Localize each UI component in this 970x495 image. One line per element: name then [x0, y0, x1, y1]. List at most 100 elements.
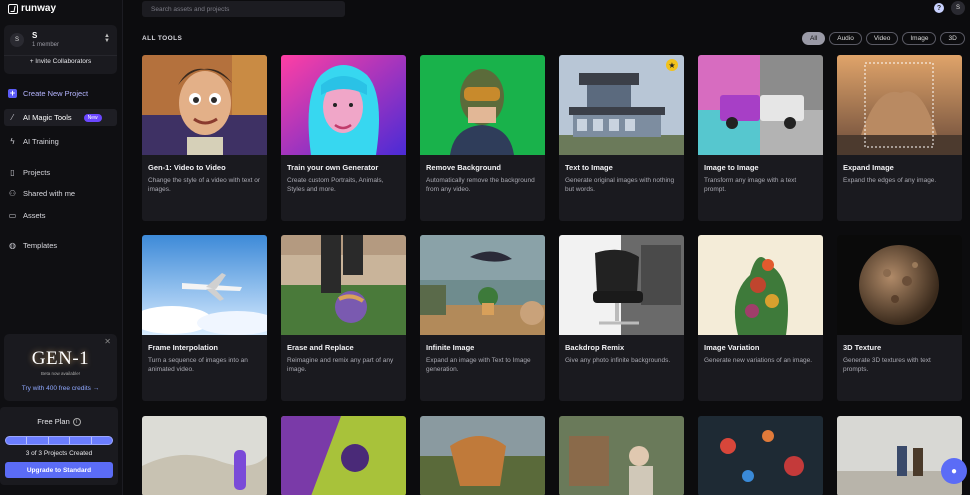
chat-support-button[interactable]: ●: [941, 458, 967, 484]
sidebar-item-ai-training[interactable]: ϟ AI Training: [4, 133, 117, 150]
section-title: ALL TOOLS: [142, 35, 183, 42]
card-thumbnail: [837, 416, 962, 495]
create-new-project-button[interactable]: + Create New Project: [4, 85, 117, 102]
card-description: Change the style of a video with text or…: [148, 177, 261, 193]
card-title: Image to Image: [704, 163, 759, 172]
info-icon[interactable]: i: [72, 418, 81, 427]
nav-label: Assets: [23, 211, 46, 220]
filter-audio[interactable]: Audio: [829, 32, 862, 45]
sidebar: runway S S 1 member ▲ ▼ + Invite Collabor…: [0, 0, 123, 495]
card-thumbnail: [281, 55, 406, 155]
card-description: Create custom Portraits, Animals, Styles…: [287, 177, 384, 193]
close-icon[interactable]: ✕: [104, 337, 111, 346]
card-thumbnail: [142, 235, 267, 335]
card-thumbnail: [698, 55, 823, 155]
card-description: Give any photo infinite backgrounds.: [565, 357, 671, 364]
invite-collaborators-button[interactable]: + Invite Collaborators: [4, 58, 117, 65]
sidebar-item-shared[interactable]: ⚇ Shared with me: [4, 185, 117, 202]
tool-card-remove-background[interactable]: Remove Background Automatically remove t…: [420, 55, 545, 221]
card-thumbnail: [420, 235, 545, 335]
app-name: runway: [21, 3, 57, 14]
nav-label: AI Magic Tools: [23, 113, 72, 122]
card-title: Backdrop Remix: [565, 343, 625, 352]
bolt-icon: ϟ: [10, 137, 15, 146]
card-title: 3D Texture: [843, 343, 882, 352]
card-title: Gen-1: Video to Video: [148, 163, 226, 172]
tool-card-row3-1[interactable]: [142, 416, 267, 495]
filter-chips: All Audio Video Image 3D: [802, 32, 965, 45]
magic-wand-icon: ⁄: [11, 113, 14, 122]
card-thumbnail: [837, 55, 962, 155]
user-avatar[interactable]: S: [951, 1, 965, 15]
globe-icon: ◍: [9, 241, 16, 250]
plan-title: Free Plan i: [0, 417, 118, 427]
folder-icon: ▭: [8, 211, 17, 220]
card-description: Generate original images with nothing bu…: [565, 177, 675, 193]
help-icon[interactable]: ?: [934, 3, 944, 13]
tool-card-image-variation[interactable]: Image Variation Generate new variations …: [698, 235, 823, 401]
document-icon: ▯: [10, 168, 15, 177]
sidebar-item-templates[interactable]: ◍ Templates: [4, 237, 117, 254]
try-free-credits-link[interactable]: Try with 400 free credits →: [4, 385, 117, 392]
card-title: Text to Image: [565, 163, 613, 172]
card-thumbnail: [281, 235, 406, 335]
team-members: 1 member: [32, 42, 60, 48]
card-thumbnail: [837, 235, 962, 335]
card-thumbnail: [281, 416, 406, 495]
logo[interactable]: runway: [8, 3, 56, 14]
card-description: Transform any image with a text prompt.: [704, 177, 797, 193]
tool-card-gen1[interactable]: Gen-1: Video to Video Change the style o…: [142, 55, 267, 221]
tool-card-expand-image[interactable]: Expand Image Expand the edges of any ima…: [837, 55, 962, 221]
card-title: Expand Image: [843, 163, 894, 172]
tool-card-image-to-image[interactable]: Image to Image Transform any image with …: [698, 55, 823, 221]
card-title: Remove Background: [426, 163, 502, 172]
card-thumbnail: [142, 55, 267, 155]
gen1-promo-card: ✕ GEN-1 Beta now available! Try with 400…: [4, 334, 117, 401]
tool-card-row3-6[interactable]: [837, 416, 962, 495]
card-description: Turn a sequence of images into an animat…: [148, 357, 248, 373]
card-title: Frame Interpolation: [148, 343, 219, 352]
sidebar-item-assets[interactable]: ▭ Assets: [4, 207, 117, 224]
card-description: Reimagine and remix any part of any imag…: [287, 357, 394, 373]
team-avatar: S: [10, 33, 24, 47]
sidebar-item-ai-magic-tools[interactable]: ⁄ AI Magic Tools New: [4, 109, 117, 126]
plus-icon: +: [8, 88, 17, 98]
nav-label: Templates: [23, 241, 58, 250]
card-thumbnail: [559, 55, 684, 155]
filter-all[interactable]: All: [802, 32, 826, 45]
tool-card-train-generator[interactable]: Train your own Generator Create custom P…: [281, 55, 406, 221]
nav-label: Projects: [23, 168, 51, 177]
card-thumbnail: [559, 235, 684, 335]
tool-card-3d-texture[interactable]: 3D Texture Generate 3D textures with tex…: [837, 235, 962, 401]
team-selector[interactable]: S S 1 member ▲ ▼: [4, 25, 117, 54]
chevron-updown-icon[interactable]: ▲ ▼: [104, 33, 110, 44]
upgrade-button[interactable]: Upgrade to Standard: [5, 462, 113, 478]
tool-card-text-to-image[interactable]: ★ Text to Image Generate original images…: [559, 55, 684, 221]
card-thumbnail: [420, 416, 545, 495]
tool-card-infinite-image[interactable]: Infinite Image Expand an image with Text…: [420, 235, 545, 401]
tool-card-row3-4[interactable]: [559, 416, 684, 495]
tool-card-erase-replace[interactable]: Erase and Replace Reimagine and remix an…: [281, 235, 406, 401]
tool-card-backdrop-remix[interactable]: Backdrop Remix Give any photo infinite b…: [559, 235, 684, 401]
sidebar-item-projects[interactable]: ▯ Projects: [4, 164, 117, 181]
filter-3d[interactable]: 3D: [940, 32, 965, 45]
card-description: Generate 3D textures with text prompts.: [843, 357, 931, 373]
filter-image[interactable]: Image: [902, 32, 937, 45]
new-badge: New: [83, 113, 102, 122]
search-input[interactable]: [142, 1, 345, 17]
tool-card-frame-interpolation[interactable]: Frame Interpolation Turn a sequence of i…: [142, 235, 267, 401]
tool-card-row3-3[interactable]: [420, 416, 545, 495]
plan-panel: Free Plan i 3 of 3 Projects Created Upgra…: [0, 407, 118, 485]
card-thumbnail: [420, 55, 545, 155]
plan-name: Free Plan: [37, 417, 70, 426]
card-description: Expand an image with Text to Image gener…: [426, 357, 531, 373]
runway-logo-icon: [8, 3, 18, 14]
promo-subtitle: Beta now available!: [40, 371, 81, 376]
nav-label: AI Training: [23, 137, 59, 146]
card-thumbnail: [698, 235, 823, 335]
filter-video[interactable]: Video: [865, 32, 899, 45]
tool-card-row3-5[interactable]: [698, 416, 823, 495]
card-title: Erase and Replace: [287, 343, 354, 352]
tool-card-row3-2[interactable]: [281, 416, 406, 495]
nav-label: Create New Project: [23, 89, 89, 98]
